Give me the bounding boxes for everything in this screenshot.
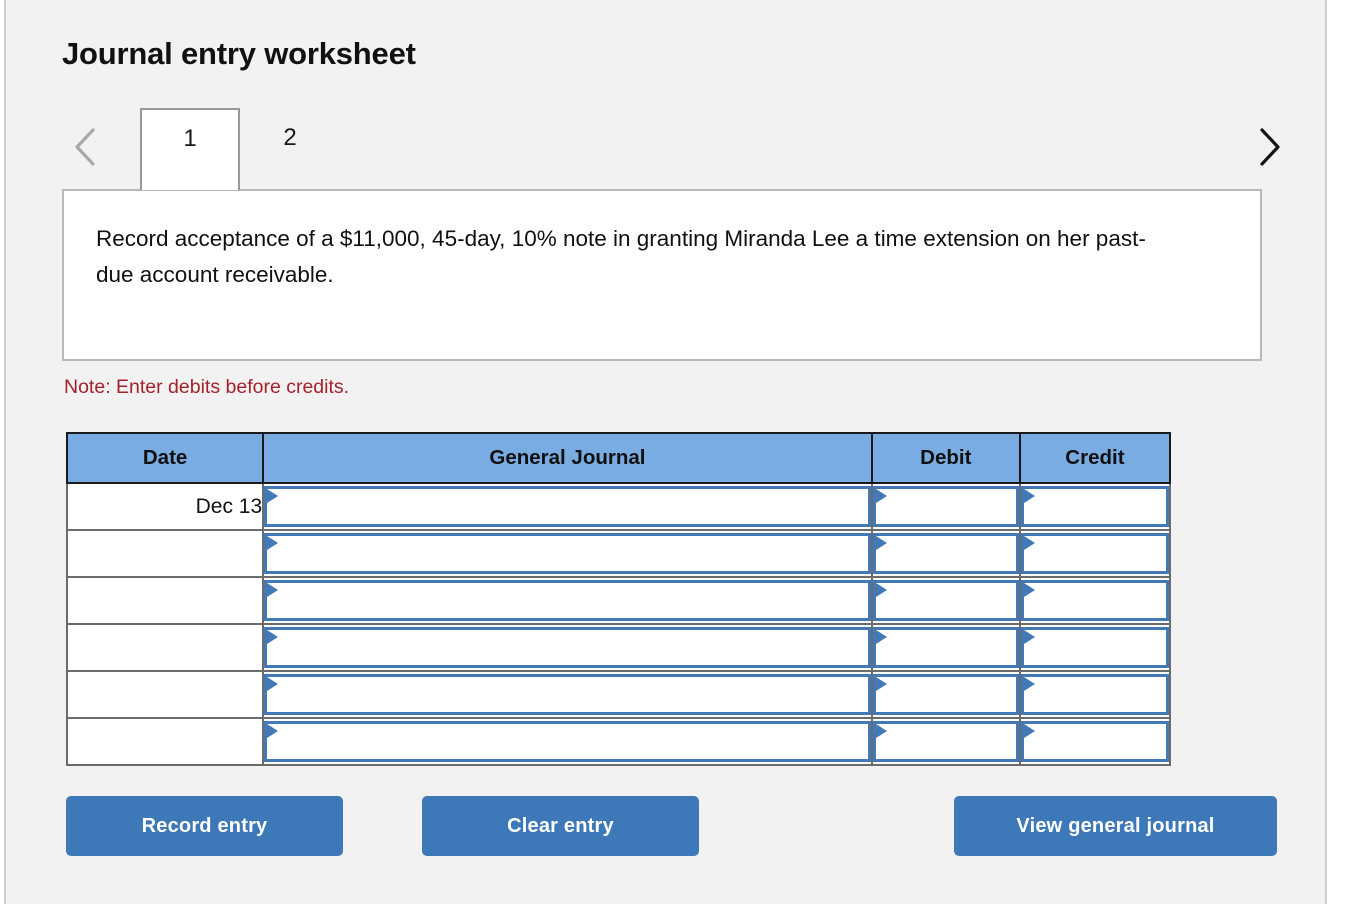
credit-amount-input[interactable] [1020, 486, 1169, 527]
clear-entry-button[interactable]: Clear entry [422, 796, 699, 856]
account-select-input[interactable] [264, 533, 871, 574]
date-cell[interactable] [65, 576, 265, 625]
debit-cell[interactable] [870, 623, 1021, 672]
date-cell[interactable] [65, 623, 265, 672]
dropdown-triangle-icon [875, 677, 887, 691]
date-cell[interactable] [65, 670, 265, 719]
credit-cell[interactable] [1018, 623, 1172, 672]
general-journal-cell[interactable] [262, 717, 873, 766]
column-header-date: Date [65, 432, 265, 484]
table-row [65, 670, 1172, 719]
account-select-input[interactable] [264, 627, 871, 668]
column-header-debit: Debit [870, 432, 1021, 484]
dropdown-triangle-icon [875, 630, 887, 644]
table-header-row: Date General Journal Debit Credit [65, 432, 1172, 484]
account-select-input[interactable] [264, 486, 871, 527]
transaction-description-text: Record acceptance of a $11,000, 45-day, … [96, 226, 1146, 287]
credit-cell[interactable] [1018, 529, 1172, 578]
debit-amount-input[interactable] [872, 580, 1019, 621]
credit-amount-input[interactable] [1020, 721, 1169, 762]
debit-amount-input[interactable] [872, 627, 1019, 668]
dropdown-triangle-icon [875, 583, 887, 597]
debit-cell[interactable] [870, 482, 1021, 531]
credit-cell[interactable] [1018, 717, 1172, 766]
page-title: Journal entry worksheet [62, 36, 416, 71]
previous-entry-button[interactable] [68, 124, 102, 170]
account-select-input[interactable] [264, 580, 871, 621]
date-cell[interactable]: Dec 13 [65, 482, 265, 531]
dropdown-triangle-icon [875, 489, 887, 503]
content-panel: Journal entry worksheet 1 2 Record accep… [4, 0, 1327, 904]
worksheet-tab-strip: 1 2 [62, 108, 1280, 190]
debit-amount-input[interactable] [872, 674, 1019, 715]
date-cell[interactable] [65, 717, 265, 766]
column-header-general-journal: General Journal [262, 432, 873, 484]
debit-amount-input[interactable] [872, 533, 1019, 574]
general-journal-cell[interactable] [262, 623, 873, 672]
dropdown-triangle-icon [875, 724, 887, 738]
dropdown-triangle-icon [267, 489, 279, 503]
dropdown-triangle-icon [267, 630, 279, 644]
date-cell[interactable] [65, 529, 265, 578]
account-select-input[interactable] [264, 721, 871, 762]
credit-cell[interactable] [1018, 482, 1172, 531]
dropdown-triangle-icon [267, 536, 279, 550]
dropdown-triangle-icon [1023, 677, 1035, 691]
dropdown-triangle-icon [267, 677, 279, 691]
credit-amount-input[interactable] [1020, 533, 1169, 574]
debit-amount-input[interactable] [872, 721, 1019, 762]
debit-cell[interactable] [870, 717, 1021, 766]
table-row: Dec 13 [65, 482, 1172, 531]
dropdown-triangle-icon [1023, 536, 1035, 550]
column-header-credit: Credit [1018, 432, 1172, 484]
dropdown-triangle-icon [1023, 630, 1035, 644]
chevron-left-icon [72, 126, 98, 168]
view-general-journal-button[interactable]: View general journal [954, 796, 1277, 856]
chevron-right-icon [1256, 126, 1282, 168]
debit-amount-input[interactable] [872, 486, 1019, 527]
dropdown-triangle-icon [267, 583, 279, 597]
dropdown-triangle-icon [1023, 724, 1035, 738]
journal-entry-table: Date General Journal Debit Credit Dec 13 [65, 432, 1172, 766]
table-row [65, 623, 1172, 672]
dropdown-triangle-icon [875, 536, 887, 550]
general-journal-cell[interactable] [262, 670, 873, 719]
general-journal-cell[interactable] [262, 529, 873, 578]
tab-entry-1[interactable]: 1 [140, 108, 240, 190]
credit-cell[interactable] [1018, 576, 1172, 625]
transaction-description-box: Record acceptance of a $11,000, 45-day, … [62, 189, 1262, 361]
tab-entry-2[interactable]: 2 [240, 108, 340, 190]
general-journal-cell[interactable] [262, 482, 873, 531]
general-journal-cell[interactable] [262, 576, 873, 625]
dropdown-triangle-icon [1023, 489, 1035, 503]
table-row [65, 717, 1172, 766]
debit-cell[interactable] [870, 529, 1021, 578]
record-entry-button[interactable]: Record entry [66, 796, 343, 856]
credit-amount-input[interactable] [1020, 627, 1169, 668]
dropdown-triangle-icon [267, 724, 279, 738]
debits-before-credits-note: Note: Enter debits before credits. [64, 376, 350, 398]
table-row [65, 529, 1172, 578]
debit-cell[interactable] [870, 576, 1021, 625]
credit-amount-input[interactable] [1020, 580, 1169, 621]
next-entry-button[interactable] [1252, 124, 1286, 170]
account-select-input[interactable] [264, 674, 871, 715]
dropdown-triangle-icon [1023, 583, 1035, 597]
credit-cell[interactable] [1018, 670, 1172, 719]
credit-amount-input[interactable] [1020, 674, 1169, 715]
table-row [65, 576, 1172, 625]
debit-cell[interactable] [870, 670, 1021, 719]
